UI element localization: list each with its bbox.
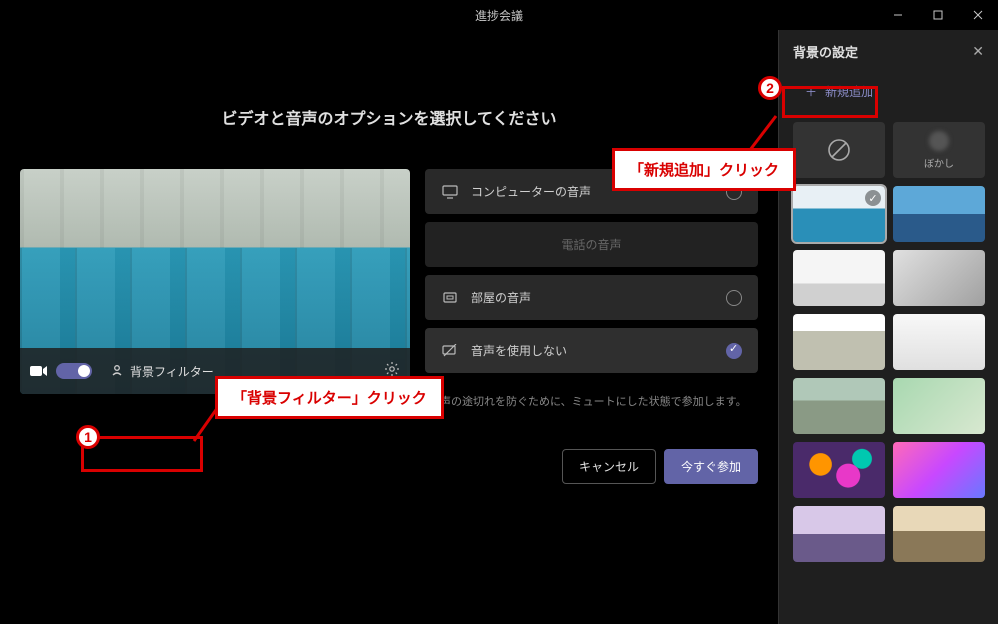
- bg-tile-plants[interactable]: [893, 378, 985, 434]
- bg-tile-desert[interactable]: [893, 506, 985, 562]
- page-heading: ビデオと音声のオプションを選択してください: [20, 105, 758, 129]
- bg-tile-cityscape[interactable]: [893, 186, 985, 242]
- close-pane-icon[interactable]: ✕: [972, 43, 984, 60]
- annotation-callout-1: 「背景フィルター」クリック: [215, 376, 444, 419]
- cancel-button[interactable]: キャンセル: [562, 449, 656, 484]
- meeting-options: 背景フィルター コンピューターの音声: [20, 169, 758, 484]
- bg-tile-grey-room[interactable]: [893, 250, 985, 306]
- blur-label: ぼかし: [924, 155, 954, 170]
- title-bar: 進捗会議: [0, 0, 998, 30]
- audio-options: コンピューターの音声 電話の音声 部屋の音声 音: [425, 169, 758, 484]
- right-pane-title: 背景の設定: [793, 42, 858, 61]
- computer-audio-icon: [441, 185, 459, 199]
- preview-column: 背景フィルター: [20, 169, 410, 394]
- window-controls: [878, 0, 998, 30]
- add-new-label: 新規追加: [825, 83, 873, 100]
- background-filter-label: 背景フィルター: [130, 363, 214, 380]
- annotation-badge-2: 2: [758, 76, 782, 100]
- background-settings-pane: 背景の設定 ✕ ＋ 新規追加 ぼかし: [778, 30, 998, 624]
- audio-option-label: 音声を使用しない: [471, 342, 567, 359]
- window-title: 進捗会議: [475, 7, 523, 24]
- audio-option-label: 電話の音声: [561, 236, 621, 253]
- minimize-button[interactable]: [878, 0, 918, 30]
- room-audio-icon: [441, 291, 459, 305]
- bg-tile-none[interactable]: [793, 122, 885, 178]
- video-preview: 背景フィルター: [20, 169, 410, 394]
- bg-tile-bridge[interactable]: [793, 506, 885, 562]
- annotation-callout-2: 「新規追加」クリック: [612, 148, 796, 191]
- bg-tile-studio[interactable]: [793, 314, 885, 370]
- bg-tile-white-room[interactable]: [893, 314, 985, 370]
- left-pane: ビデオと音声のオプションを選択してください: [0, 30, 778, 624]
- audio-option-label: 部屋の音声: [471, 289, 531, 306]
- bg-tile-balloons[interactable]: [793, 442, 885, 498]
- background-filter-icon: [110, 363, 124, 380]
- camera-icon: [30, 361, 48, 382]
- radio-icon: [726, 343, 742, 359]
- bg-tile-blur[interactable]: ぼかし: [893, 122, 985, 178]
- annotation-badge-1: 1: [76, 425, 100, 449]
- audio-option-none[interactable]: 音声を使用しない: [425, 328, 758, 373]
- right-pane-header: 背景の設定 ✕: [779, 30, 998, 73]
- radio-icon: [726, 290, 742, 306]
- bg-tile-office-lockers[interactable]: [793, 186, 885, 242]
- plus-icon: ＋: [805, 83, 817, 100]
- footer-buttons: キャンセル 今すぐ参加: [425, 449, 758, 484]
- join-now-button[interactable]: 今すぐ参加: [664, 449, 758, 484]
- audio-option-phone: 電話の音声: [425, 222, 758, 267]
- bg-tile-gradient[interactable]: [893, 442, 985, 498]
- background-grid: ぼかし: [779, 122, 998, 576]
- maximize-button[interactable]: [918, 0, 958, 30]
- audio-option-room[interactable]: 部屋の音声: [425, 275, 758, 320]
- camera-toggle[interactable]: [56, 363, 92, 379]
- close-button[interactable]: [958, 0, 998, 30]
- background-filter-button[interactable]: 背景フィルター: [100, 357, 224, 386]
- add-new-button[interactable]: ＋ 新規追加: [793, 73, 984, 110]
- audio-option-label: コンピューターの音声: [471, 183, 591, 200]
- bg-tile-bright-room[interactable]: [793, 250, 885, 306]
- main-content: ビデオと音声のオプションを選択してください: [0, 30, 998, 624]
- mute-hint: 音声の途切れを防ぐために、ミュートにした状態で参加します。: [425, 381, 758, 421]
- no-audio-icon: [441, 344, 459, 358]
- bg-tile-green-office[interactable]: [793, 378, 885, 434]
